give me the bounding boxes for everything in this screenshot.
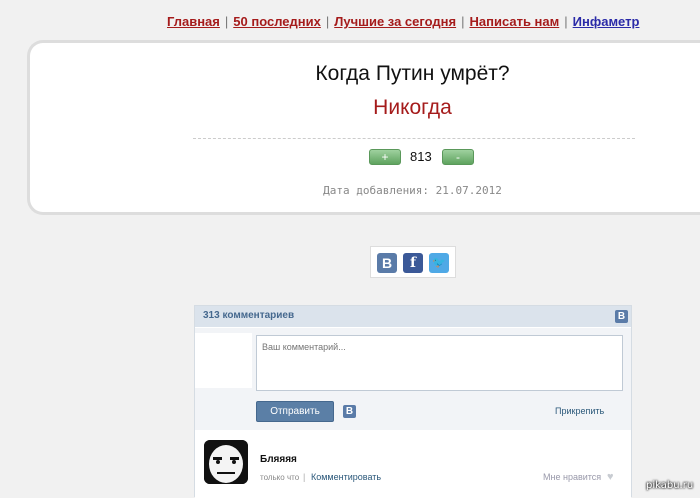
nav-link-home[interactable]: Главная xyxy=(167,14,220,29)
quote-score: 813 xyxy=(410,149,432,164)
comments-header: 313 комментариев B xyxy=(195,306,631,327)
comment-input[interactable] xyxy=(256,335,623,391)
reply-link[interactable]: Комментировать xyxy=(311,472,381,482)
share-panel: B f 🐦 xyxy=(370,246,456,278)
vk-icon: B xyxy=(615,310,628,323)
avatar xyxy=(204,440,248,484)
nav-separator: | xyxy=(224,14,229,29)
comment-time: только что xyxy=(260,473,300,482)
quote-date: Дата добавления: 21.07.2012 xyxy=(323,184,502,197)
send-button[interactable]: Отправить xyxy=(256,401,334,422)
nav-separator: | xyxy=(461,14,465,29)
nav-link-infameter[interactable]: Инфаметр xyxy=(573,14,640,29)
attach-link[interactable]: Прикрепить xyxy=(555,406,604,416)
quote-question: Когда Путин умрёт? xyxy=(315,62,510,85)
nav-separator: | xyxy=(325,14,330,29)
vk-icon[interactable]: B xyxy=(377,253,397,273)
comments-widget: 313 комментариев B Отправить B Прикрепит… xyxy=(194,305,632,498)
top-navigation: Главная | 50 последних | Лучшие за сегодня | Н… xyxy=(167,14,639,29)
comment-author[interactable]: Бляяяя xyxy=(260,454,297,465)
watermark: pikabu.ru xyxy=(646,480,694,491)
facebook-icon[interactable]: f xyxy=(403,253,423,273)
nav-link-best-today[interactable]: Лучшие за сегодня xyxy=(334,14,456,29)
nav-link-write-us[interactable]: Написать нам xyxy=(470,14,560,29)
divider xyxy=(193,138,635,139)
comments-count: 313 комментариев xyxy=(203,310,295,321)
vote-minus-button[interactable]: - xyxy=(442,149,474,165)
vote-plus-button[interactable]: + xyxy=(369,149,401,165)
nav-separator: | xyxy=(564,14,568,29)
avatar xyxy=(195,333,252,388)
nav-link-last-50[interactable]: 50 последних xyxy=(233,14,321,29)
comment-separator: | xyxy=(303,472,306,482)
comment-item: Бляяяя только что | Комментировать Мне н… xyxy=(195,432,631,498)
twitter-icon[interactable]: 🐦 xyxy=(429,253,449,273)
like-link[interactable]: Мне нравится xyxy=(543,472,601,482)
heart-icon[interactable]: ♥ xyxy=(607,471,614,483)
quote-answer: Никогда xyxy=(373,96,452,119)
vk-icon[interactable]: B xyxy=(343,405,356,418)
poker-face-icon xyxy=(204,440,248,484)
